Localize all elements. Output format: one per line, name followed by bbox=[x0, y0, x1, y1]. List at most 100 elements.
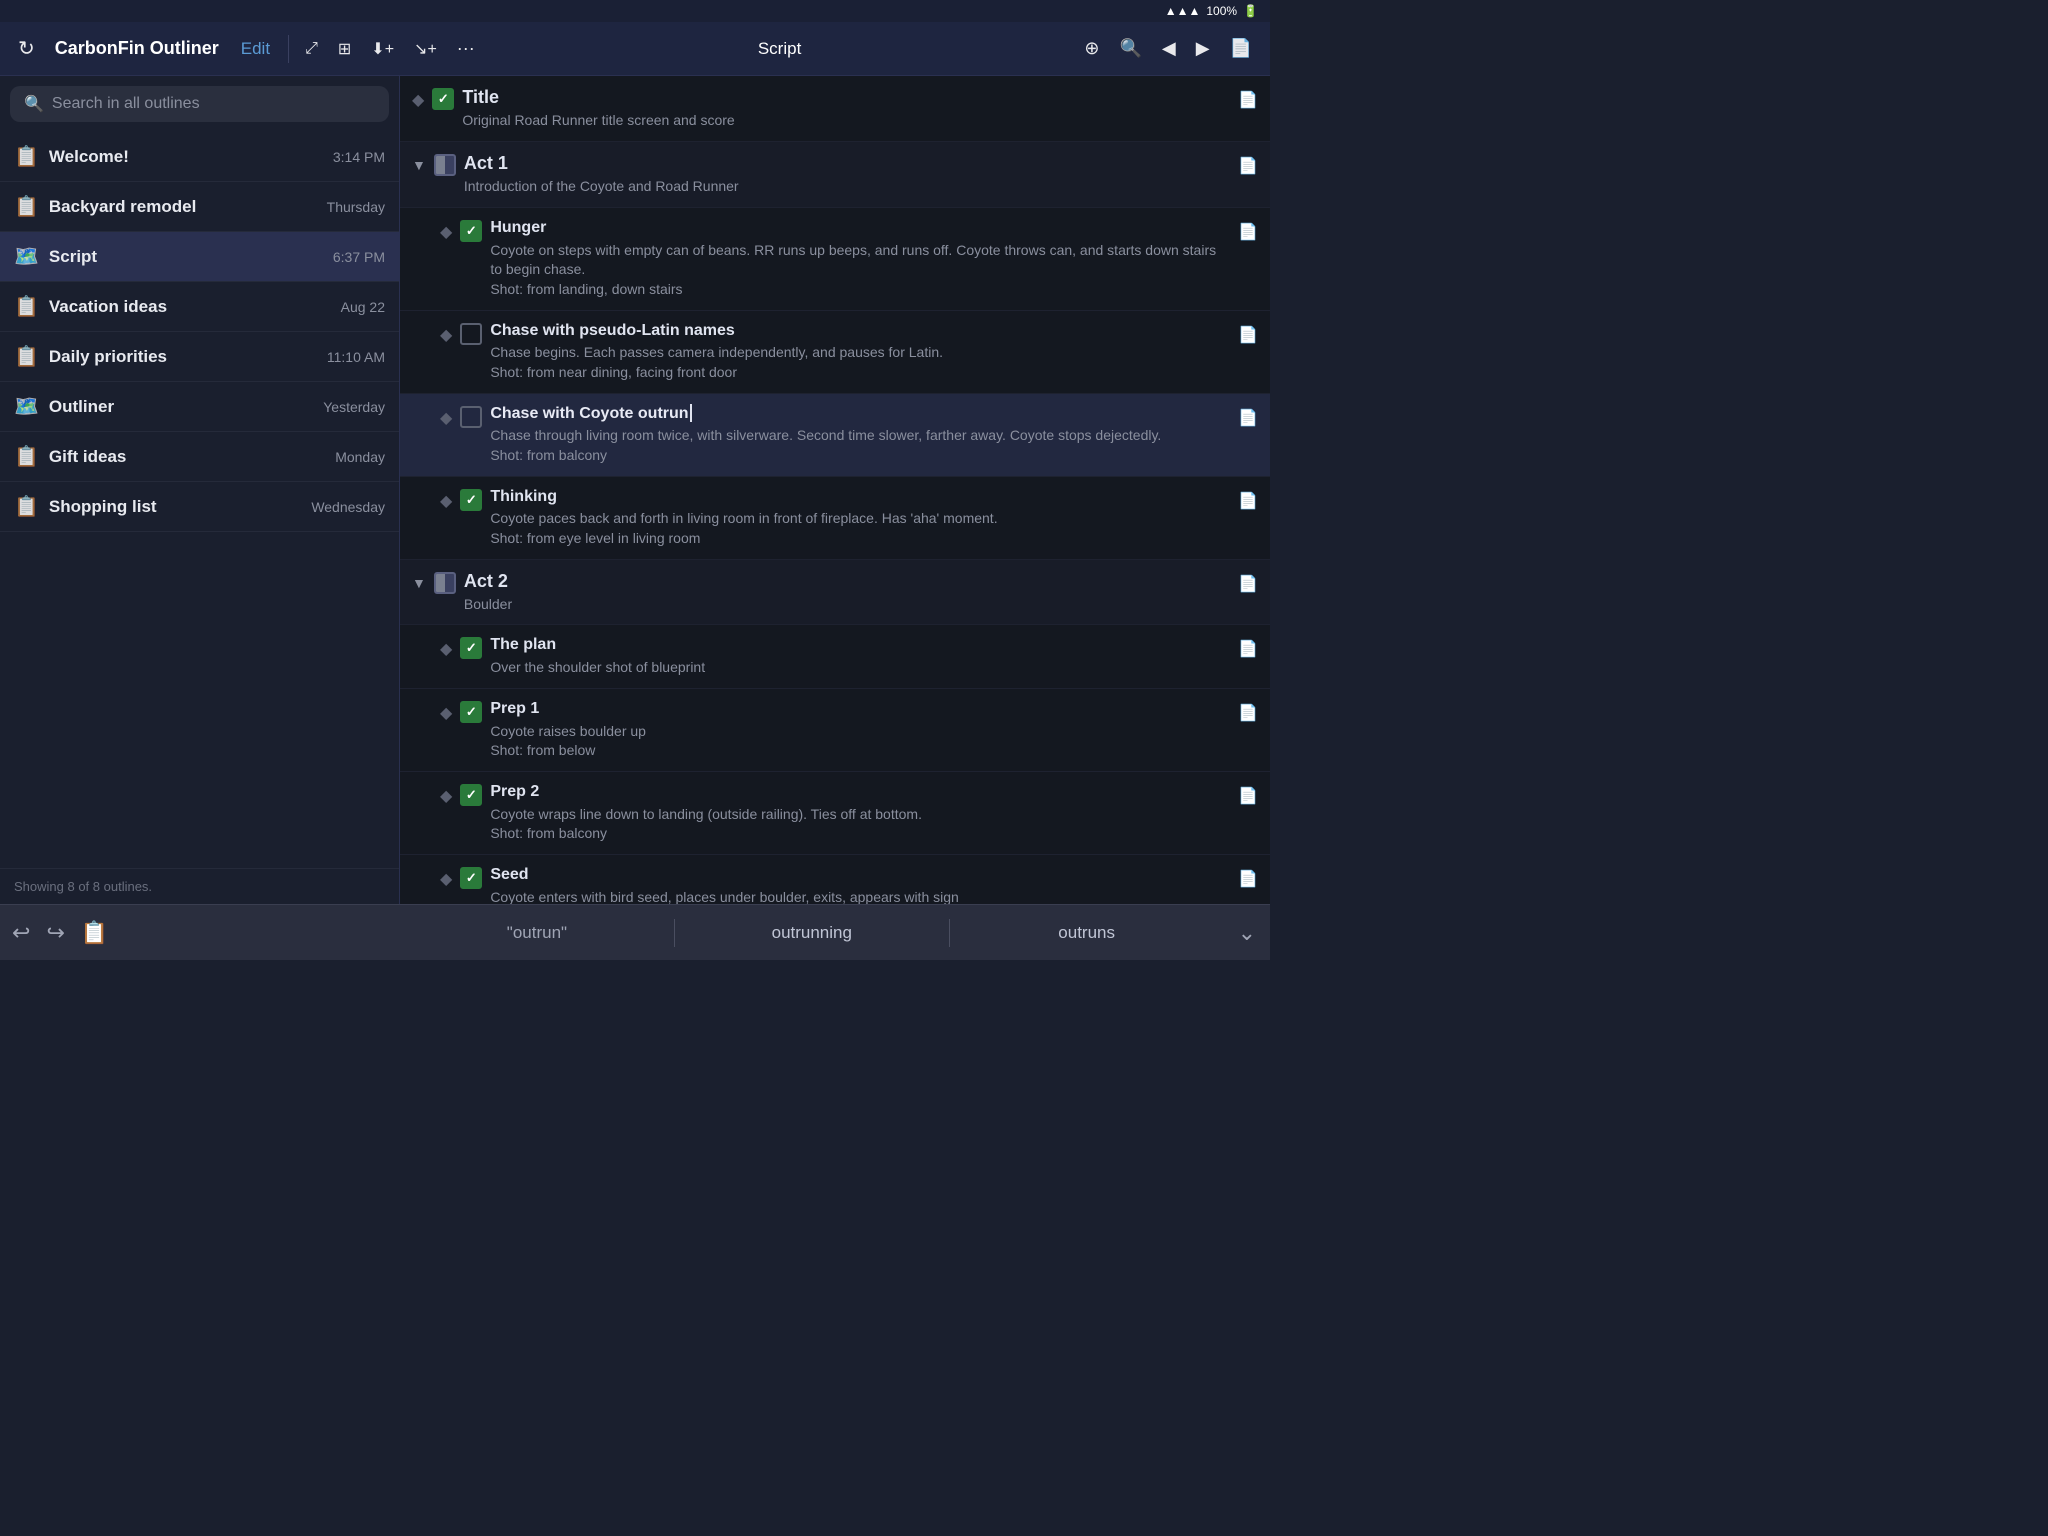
row-plan-note: Over the shoulder shot of blueprint bbox=[490, 658, 1230, 678]
sidebar-item-script[interactable]: 🗺️ Script 6:37 PM bbox=[0, 232, 399, 282]
sidebar-item-shopping-icon: 📋 bbox=[14, 494, 39, 519]
row-prep1[interactable]: ◆ Prep 1 Coyote raises boulder up Shot: … bbox=[400, 689, 1270, 772]
undo-icon[interactable]: ↩ bbox=[12, 920, 30, 946]
row-seed-note: Coyote enters with bird seed, places und… bbox=[490, 888, 1230, 904]
checkbox-thinking[interactable] bbox=[460, 489, 482, 511]
collapse-icon-act2[interactable]: ▼ bbox=[412, 575, 426, 591]
clipboard-icon[interactable]: 📋 bbox=[81, 920, 108, 946]
row-thinking-content: Thinking Coyote paces back and forth in … bbox=[490, 487, 1230, 549]
note-icon-prep2[interactable]: 📄 bbox=[1238, 786, 1258, 806]
row-act2[interactable]: ▼ Act 2 Boulder 📄 bbox=[400, 560, 1270, 626]
keyboard-bar-left: ↩ ↪ 📋 bbox=[0, 920, 400, 946]
row-title[interactable]: ◆ Title Original Road Runner title scree… bbox=[400, 76, 1270, 142]
app-title: CarbonFin Outliner bbox=[47, 38, 227, 59]
row-plan-content: The plan Over the shoulder shot of bluep… bbox=[490, 635, 1230, 677]
checkbox-hunger[interactable] bbox=[460, 220, 482, 242]
row-thinking-text: Thinking bbox=[490, 487, 1230, 508]
search-bar[interactable]: 🔍 bbox=[10, 86, 389, 122]
note-icon-plan[interactable]: 📄 bbox=[1238, 639, 1258, 659]
sidebar-item-welcome[interactable]: 📋 Welcome! 3:14 PM bbox=[0, 132, 399, 182]
sidebar-item-daily-date: 11:10 AM bbox=[327, 349, 385, 365]
sidebar-item-shopping-date: Wednesday bbox=[311, 499, 385, 515]
row-thinking[interactable]: ◆ Thinking Coyote paces back and forth i… bbox=[400, 477, 1270, 560]
row-seed-content: Seed Coyote enters with bird seed, place… bbox=[490, 865, 1230, 904]
sidebar-item-gift[interactable]: 📋 Gift ideas Monday bbox=[0, 432, 399, 482]
info-icon[interactable]: ⊞ bbox=[330, 33, 359, 65]
redo-icon[interactable]: ↪ bbox=[46, 920, 64, 946]
battery-icon: 🔋 bbox=[1243, 4, 1258, 18]
sidebar-item-shopping-name: Shopping list bbox=[49, 497, 301, 517]
sidebar-item-welcome-icon: 📋 bbox=[14, 144, 39, 169]
row-seed[interactable]: ◆ Seed Coyote enters with bird seed, pla… bbox=[400, 855, 1270, 904]
note-icon-prep1[interactable]: 📄 bbox=[1238, 703, 1258, 723]
suggestion-quoted[interactable]: "outrun" bbox=[400, 917, 674, 949]
note-icon-hunger[interactable]: 📄 bbox=[1238, 222, 1258, 242]
drag-handle-latin: ◆ bbox=[440, 325, 452, 345]
row-hunger[interactable]: ◆ Hunger Coyote on steps with empty can … bbox=[400, 208, 1270, 311]
row-chase-coyote[interactable]: ◆ Chase with Coyote outrun Chase through… bbox=[400, 394, 1270, 477]
checkbox-latin[interactable] bbox=[460, 323, 482, 345]
outline-rows: ◆ Title Original Road Runner title scree… bbox=[400, 76, 1270, 904]
row-prep2-text: Prep 2 bbox=[490, 782, 1230, 803]
chevron-down-icon[interactable]: ⌄ bbox=[1224, 920, 1270, 946]
resize-icon[interactable]: ⤢ bbox=[297, 34, 326, 64]
sidebar-item-shopping[interactable]: 📋 Shopping list Wednesday bbox=[0, 482, 399, 532]
note-icon-act1[interactable]: 📄 bbox=[1238, 156, 1258, 176]
sidebar-item-welcome-content: Welcome! bbox=[49, 147, 323, 167]
sidebar-item-daily[interactable]: 📋 Daily priorities 11:10 AM bbox=[0, 332, 399, 382]
sidebar-item-gift-date: Monday bbox=[335, 449, 385, 465]
checkbox-prep2[interactable] bbox=[460, 784, 482, 806]
edit-button[interactable]: Edit bbox=[231, 39, 280, 59]
row-act1-note: Introduction of the Coyote and Road Runn… bbox=[464, 177, 1230, 197]
row-prep2-content: Prep 2 Coyote wraps line down to landing… bbox=[490, 782, 1230, 844]
sidebar-item-daily-icon: 📋 bbox=[14, 344, 39, 369]
row-chase-latin[interactable]: ◆ Chase with pseudo-Latin names Chase be… bbox=[400, 311, 1270, 394]
note-icon-latin[interactable]: 📄 bbox=[1238, 325, 1258, 345]
row-coyote-content: Chase with Coyote outrun Chase through l… bbox=[490, 404, 1230, 466]
sidebar-item-outliner[interactable]: 🗺️ Outliner Yesterday bbox=[0, 382, 399, 432]
checkbox-coyote[interactable] bbox=[460, 406, 482, 428]
note-icon-seed[interactable]: 📄 bbox=[1238, 869, 1258, 889]
search-input[interactable] bbox=[52, 95, 375, 113]
forward-icon[interactable]: ▶ bbox=[1188, 32, 1218, 65]
row-prep2[interactable]: ◆ Prep 2 Coyote wraps line down to landi… bbox=[400, 772, 1270, 855]
note-icon-thinking[interactable]: 📄 bbox=[1238, 491, 1258, 511]
row-prep1-content: Prep 1 Coyote raises boulder up Shot: fr… bbox=[490, 699, 1230, 761]
note-icon-coyote[interactable]: 📄 bbox=[1238, 408, 1258, 428]
row-title-text: Title bbox=[462, 86, 1230, 109]
row-act2-text: Act 2 bbox=[464, 570, 1230, 593]
note-icon[interactable]: 📄 bbox=[1222, 32, 1260, 65]
sidebar-item-backyard[interactable]: 📋 Backyard remodel Thursday bbox=[0, 182, 399, 232]
checkbox-seed[interactable] bbox=[460, 867, 482, 889]
toolbar-divider-1 bbox=[288, 35, 289, 63]
move-icon[interactable]: ⊕ bbox=[1076, 32, 1107, 65]
row-prep2-note: Coyote wraps line down to landing (outsi… bbox=[490, 805, 1230, 844]
note-icon-title[interactable]: 📄 bbox=[1238, 90, 1258, 110]
sidebar-item-backyard-name: Backyard remodel bbox=[49, 197, 317, 217]
collapse-icon-act1[interactable]: ▼ bbox=[412, 157, 426, 173]
row-the-plan[interactable]: ◆ The plan Over the shoulder shot of blu… bbox=[400, 625, 1270, 688]
checkbox-act2[interactable] bbox=[434, 572, 456, 594]
checkbox-title[interactable] bbox=[432, 88, 454, 110]
refresh-icon[interactable]: ↻ bbox=[10, 30, 43, 67]
row-plan-text: The plan bbox=[490, 635, 1230, 656]
checkbox-prep1[interactable] bbox=[460, 701, 482, 723]
note-icon-act2[interactable]: 📄 bbox=[1238, 574, 1258, 594]
add-sibling-icon[interactable]: ↘+ bbox=[406, 33, 445, 65]
row-hunger-note: Coyote on steps with empty can of beans.… bbox=[490, 241, 1230, 300]
suggestion-outrunning[interactable]: outrunning bbox=[675, 917, 949, 949]
row-act1[interactable]: ▼ Act 1 Introduction of the Coyote and R… bbox=[400, 142, 1270, 208]
checkbox-plan[interactable] bbox=[460, 637, 482, 659]
search-icon[interactable]: 🔍 bbox=[1111, 32, 1149, 65]
sidebar-item-vacation-icon: 📋 bbox=[14, 294, 39, 319]
more-icon[interactable]: ··· bbox=[449, 32, 483, 65]
suggestion-outruns[interactable]: outruns bbox=[950, 917, 1224, 949]
checkbox-act1[interactable] bbox=[434, 154, 456, 176]
row-act2-note: Boulder bbox=[464, 595, 1230, 615]
sidebar-item-vacation[interactable]: 📋 Vacation ideas Aug 22 bbox=[0, 282, 399, 332]
back-icon[interactable]: ◀ bbox=[1154, 32, 1184, 65]
add-child-icon[interactable]: ⬇+ bbox=[363, 33, 402, 65]
row-latin-note: Chase begins. Each passes camera indepen… bbox=[490, 343, 1230, 382]
battery-label: 100% bbox=[1206, 4, 1237, 18]
drag-handle-prep2: ◆ bbox=[440, 786, 452, 806]
